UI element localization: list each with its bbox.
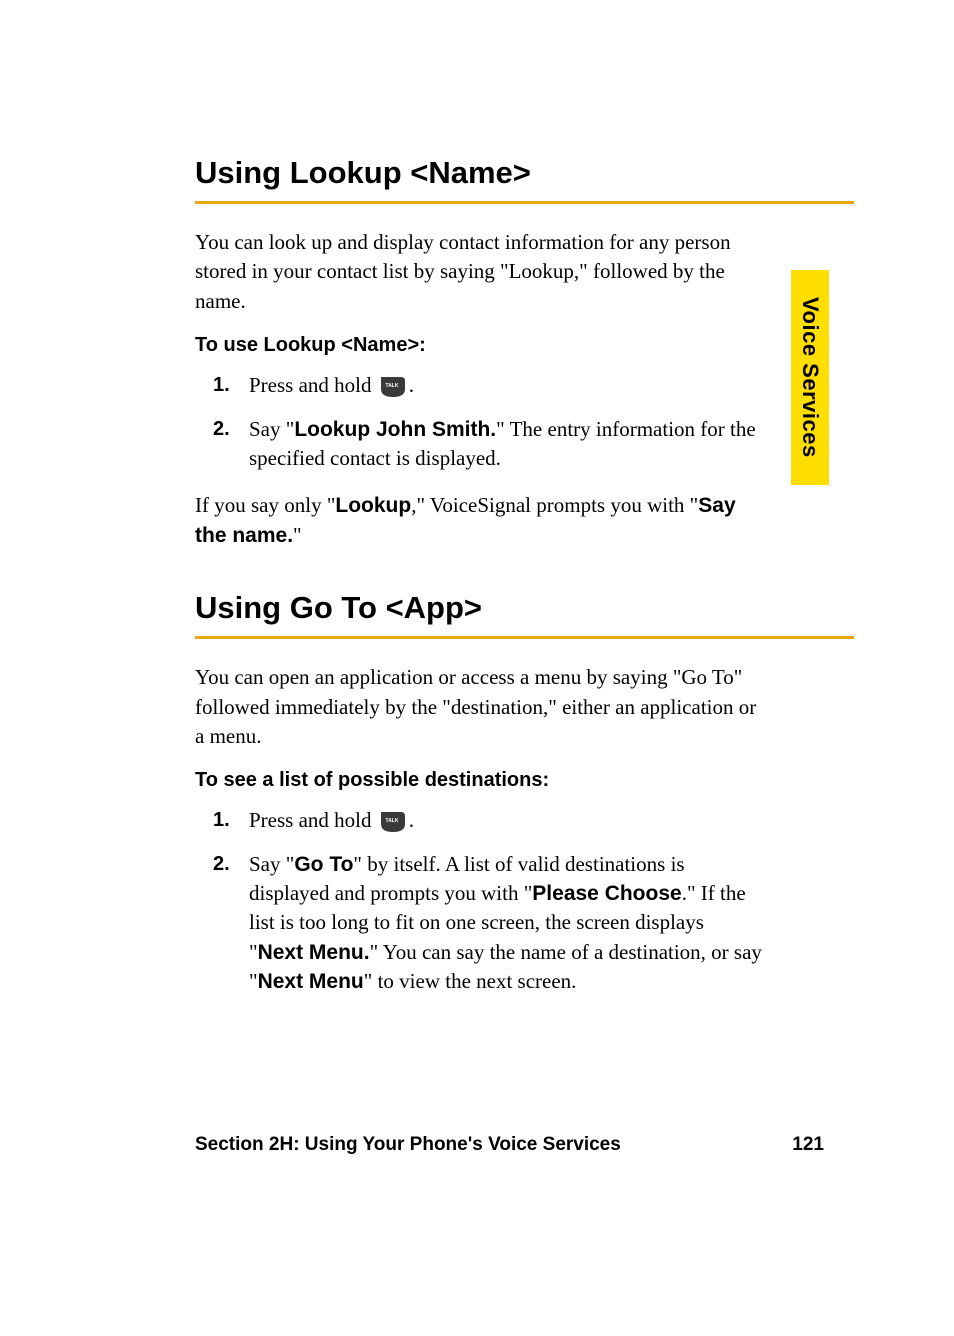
section-goto-app: Using Go To <App> You can open an applic… xyxy=(195,590,854,997)
intro-lookup: You can look up and display contact info… xyxy=(195,228,760,316)
bold-text: Next Menu. xyxy=(258,941,370,964)
subheading-goto: To see a list of possible destinations: xyxy=(195,769,854,792)
talk-key-icon: TALK xyxy=(379,810,407,834)
heading-lookup-name: Using Lookup <Name> xyxy=(195,155,854,204)
text-span: " xyxy=(293,523,302,547)
intro-goto: You can open an application or access a … xyxy=(195,663,760,751)
heading-goto-app: Using Go To <App> xyxy=(195,590,854,639)
step-text: Press and hold xyxy=(249,373,377,397)
step-text: " to view the next screen. xyxy=(364,969,577,993)
bold-text: Lookup John Smith. xyxy=(294,418,496,441)
text-span: ," VoiceSignal prompts you with " xyxy=(411,493,698,517)
steps-goto: Press and hold TALK . Say "Go To" by its… xyxy=(213,806,763,996)
steps-lookup: Press and hold TALK . Say "Lookup John S… xyxy=(213,371,763,473)
step-2-goto: Say "Go To" by itself. A list of valid d… xyxy=(213,850,763,997)
bold-text: Next Menu xyxy=(258,970,364,993)
page-footer: Section 2H: Using Your Phone's Voice Ser… xyxy=(195,1134,824,1156)
bold-text: Go To xyxy=(294,853,353,876)
step-text: Say " xyxy=(249,417,294,441)
svg-text:TALK: TALK xyxy=(385,383,398,389)
after-text-lookup: If you say only "Lookup," VoiceSignal pr… xyxy=(195,491,760,550)
bold-text: Please Choose xyxy=(532,882,681,905)
step-1-goto: Press and hold TALK . xyxy=(213,806,763,835)
step-2-lookup: Say "Lookup John Smith." The entry infor… xyxy=(213,415,763,474)
subheading-lookup: To use Lookup <Name>: xyxy=(195,334,854,357)
step-text: Press and hold xyxy=(249,808,377,832)
svg-text:TALK: TALK xyxy=(385,818,398,824)
section-side-tab: Voice Services xyxy=(791,270,829,485)
step-text: Say " xyxy=(249,852,294,876)
footer-section-title: Section 2H: Using Your Phone's Voice Ser… xyxy=(195,1134,621,1156)
document-page: Voice Services Using Lookup <Name> You c… xyxy=(0,0,954,997)
text-span: If you say only " xyxy=(195,493,335,517)
footer-page-number: 121 xyxy=(792,1134,824,1156)
section-lookup-name: Using Lookup <Name> You can look up and … xyxy=(195,155,854,550)
step-text: . xyxy=(409,808,414,832)
step-1-lookup: Press and hold TALK . xyxy=(213,371,763,400)
bold-text: Lookup xyxy=(335,494,411,517)
talk-key-icon: TALK xyxy=(379,375,407,399)
side-tab-label: Voice Services xyxy=(797,297,823,458)
step-text: . xyxy=(409,373,414,397)
